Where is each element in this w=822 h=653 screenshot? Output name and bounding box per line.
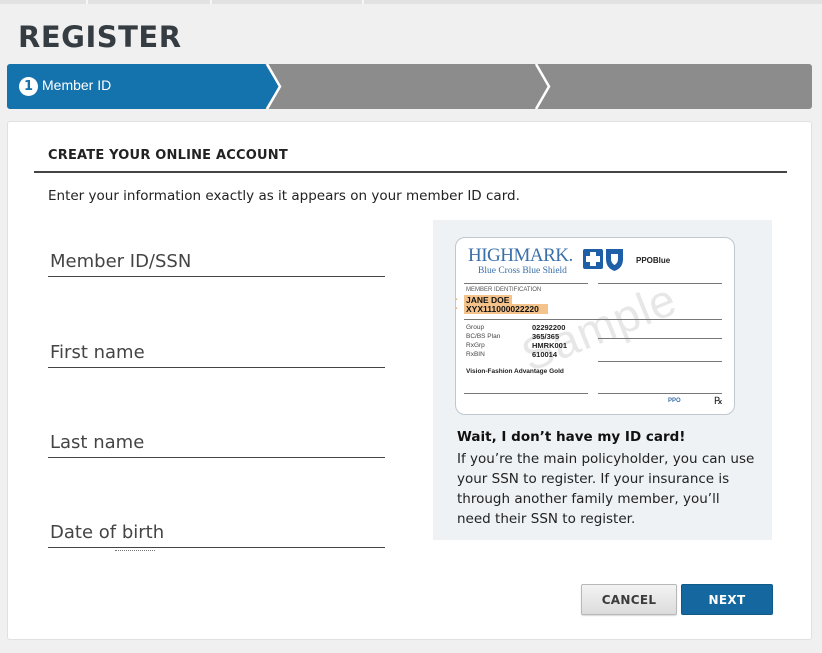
member-id-field[interactable]: [48, 247, 385, 277]
card-field-key: RxBIN: [466, 351, 485, 358]
card-field-value: 02292200: [532, 323, 566, 332]
id-card-help-panel: Sample HIGHMARK. Blue Cross Blue Shield …: [433, 220, 772, 540]
card-field-value: HMRK001: [532, 341, 568, 350]
vision-plan-text: Vision-Fashion Advantage Gold: [466, 368, 564, 375]
page-title: REGISTER: [18, 20, 182, 54]
card-rule: [464, 283, 588, 284]
card-field-key: RxGrp: [466, 342, 485, 349]
date-of-birth-field[interactable]: [48, 518, 385, 551]
ppo-suitcase-icon: PPO: [668, 398, 681, 404]
step-label: Member ID: [42, 77, 112, 93]
spellcheck-underline: [115, 550, 155, 551]
bcbs-cross-shield-icon: [583, 249, 623, 271]
step-divider-chevron-icon: [534, 64, 551, 109]
last-name-input[interactable]: [48, 428, 385, 457]
step-1: 1 Member ID: [7, 64, 279, 109]
top-strip: [0, 0, 822, 4]
member-id-input[interactable]: [48, 247, 385, 276]
cancel-button[interactable]: CANCEL: [581, 584, 677, 615]
section-divider: [34, 171, 787, 173]
progress-stepper: 1 Member ID: [7, 64, 812, 109]
card-rule: [598, 338, 722, 339]
brand-logo: HIGHMARK.: [468, 245, 573, 266]
member-identification-label: MEMBER IDENTIFICATION: [466, 287, 542, 293]
register-card: CREATE YOUR ONLINE ACCOUNT Enter your in…: [7, 121, 812, 640]
card-field-key: BC/BS Plan: [466, 333, 501, 340]
card-rule: [598, 283, 722, 284]
instructions-text: Enter your information exactly as it app…: [48, 188, 520, 204]
card-rule: [598, 361, 722, 362]
date-of-birth-input[interactable]: [48, 518, 385, 547]
next-button[interactable]: NEXT: [681, 584, 773, 615]
no-card-body: If you’re the main policyholder, you can…: [457, 451, 755, 527]
brand-subtitle: Blue Cross Blue Shield: [478, 266, 567, 276]
section-title: CREATE YOUR ONLINE ACCOUNT: [48, 148, 288, 163]
card-field-value: 365/365: [532, 332, 560, 341]
card-rule: [598, 393, 722, 394]
card-rule: [464, 393, 588, 394]
card-field-value: 610014: [532, 350, 558, 359]
rx-icon: ℞: [714, 396, 723, 407]
sample-id-card-image: Sample HIGHMARK. Blue Cross Blue Shield …: [455, 237, 735, 415]
pointer-arrow-icon: ▸: [456, 304, 458, 312]
member-number: XYX111000022220: [466, 304, 539, 314]
card-rule: [464, 319, 722, 320]
step-divider-chevron-icon: [265, 64, 282, 109]
card-field-key: Group: [466, 324, 485, 331]
first-name-field[interactable]: [48, 338, 385, 368]
last-name-field[interactable]: [48, 428, 385, 458]
first-name-input[interactable]: [48, 338, 385, 367]
pointer-arrow-icon: ▸: [456, 295, 458, 303]
no-card-title: Wait, I don’t have my ID card!: [457, 429, 686, 445]
plan-label: PPOBlue: [636, 256, 671, 265]
step-number-badge: 1: [19, 77, 38, 96]
